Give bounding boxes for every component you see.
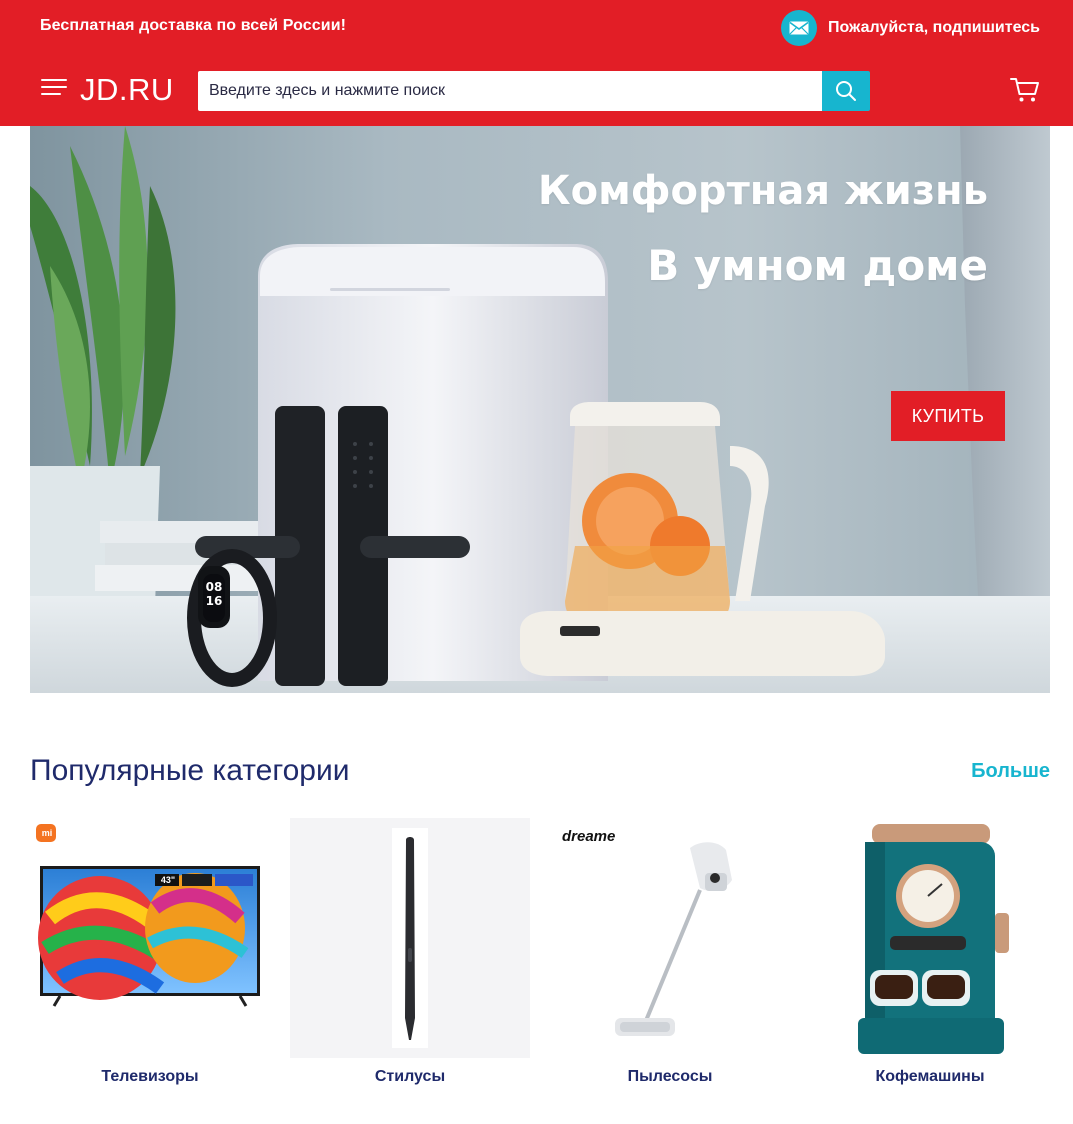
band-minutes: 16 [205, 594, 223, 608]
subscribe-label: Пожалуйста, подпишитесь [827, 19, 1040, 36]
more-link[interactable]: Больше [971, 760, 1050, 783]
tv-size-badge: 43" [160, 875, 176, 885]
category-label: Стилусы [374, 1068, 446, 1085]
buy-button[interactable]: КУПИТЬ [891, 391, 1005, 441]
hero-banner[interactable]: Комфортная жизнь В умном доме 08 16 КУПИ… [30, 126, 1050, 693]
subscribe-link[interactable]: Пожалуйста, подпишитесь [780, 10, 1040, 46]
section-title: Популярные категории [30, 754, 350, 787]
category-image: dreame [550, 818, 790, 1058]
site-logo[interactable]: JD.RU [80, 72, 174, 108]
search-button[interactable] [822, 71, 870, 111]
banner-title-line2: В умном доме [647, 241, 988, 290]
category-label: Кофемашины [875, 1068, 985, 1085]
category-coffee-machines[interactable]: Кофемашины [810, 818, 1050, 1098]
free-delivery-banner: Бесплатная доставка по всей России! [40, 17, 347, 34]
category-tvs[interactable]: mi 43" Телевизоры [30, 818, 270, 1098]
site-header: Бесплатная доставка по всей России! Пожа… [0, 0, 1073, 126]
category-image: mi 43" [30, 818, 270, 1058]
category-label: Пылесосы [627, 1068, 713, 1085]
search-input[interactable] [198, 71, 822, 111]
category-vacuums[interactable]: dreame Пылесосы [550, 818, 790, 1098]
mail-icon [780, 10, 817, 46]
band-display: 08 16 [203, 574, 225, 622]
menu-icon[interactable] [41, 77, 67, 97]
category-image [810, 818, 1050, 1058]
category-styluses[interactable]: Стилусы [290, 818, 530, 1098]
band-hours: 08 [205, 580, 223, 594]
cart-icon[interactable] [1009, 76, 1041, 104]
category-label: Телевизоры [101, 1068, 199, 1085]
search-icon [836, 81, 856, 101]
search-bar [198, 71, 870, 111]
dreame-brand-logo: dreame [562, 828, 616, 845]
banner-title-line1: Комфортная жизнь [537, 168, 988, 214]
mi-brand-logo: mi [41, 828, 53, 838]
category-image [290, 818, 530, 1058]
